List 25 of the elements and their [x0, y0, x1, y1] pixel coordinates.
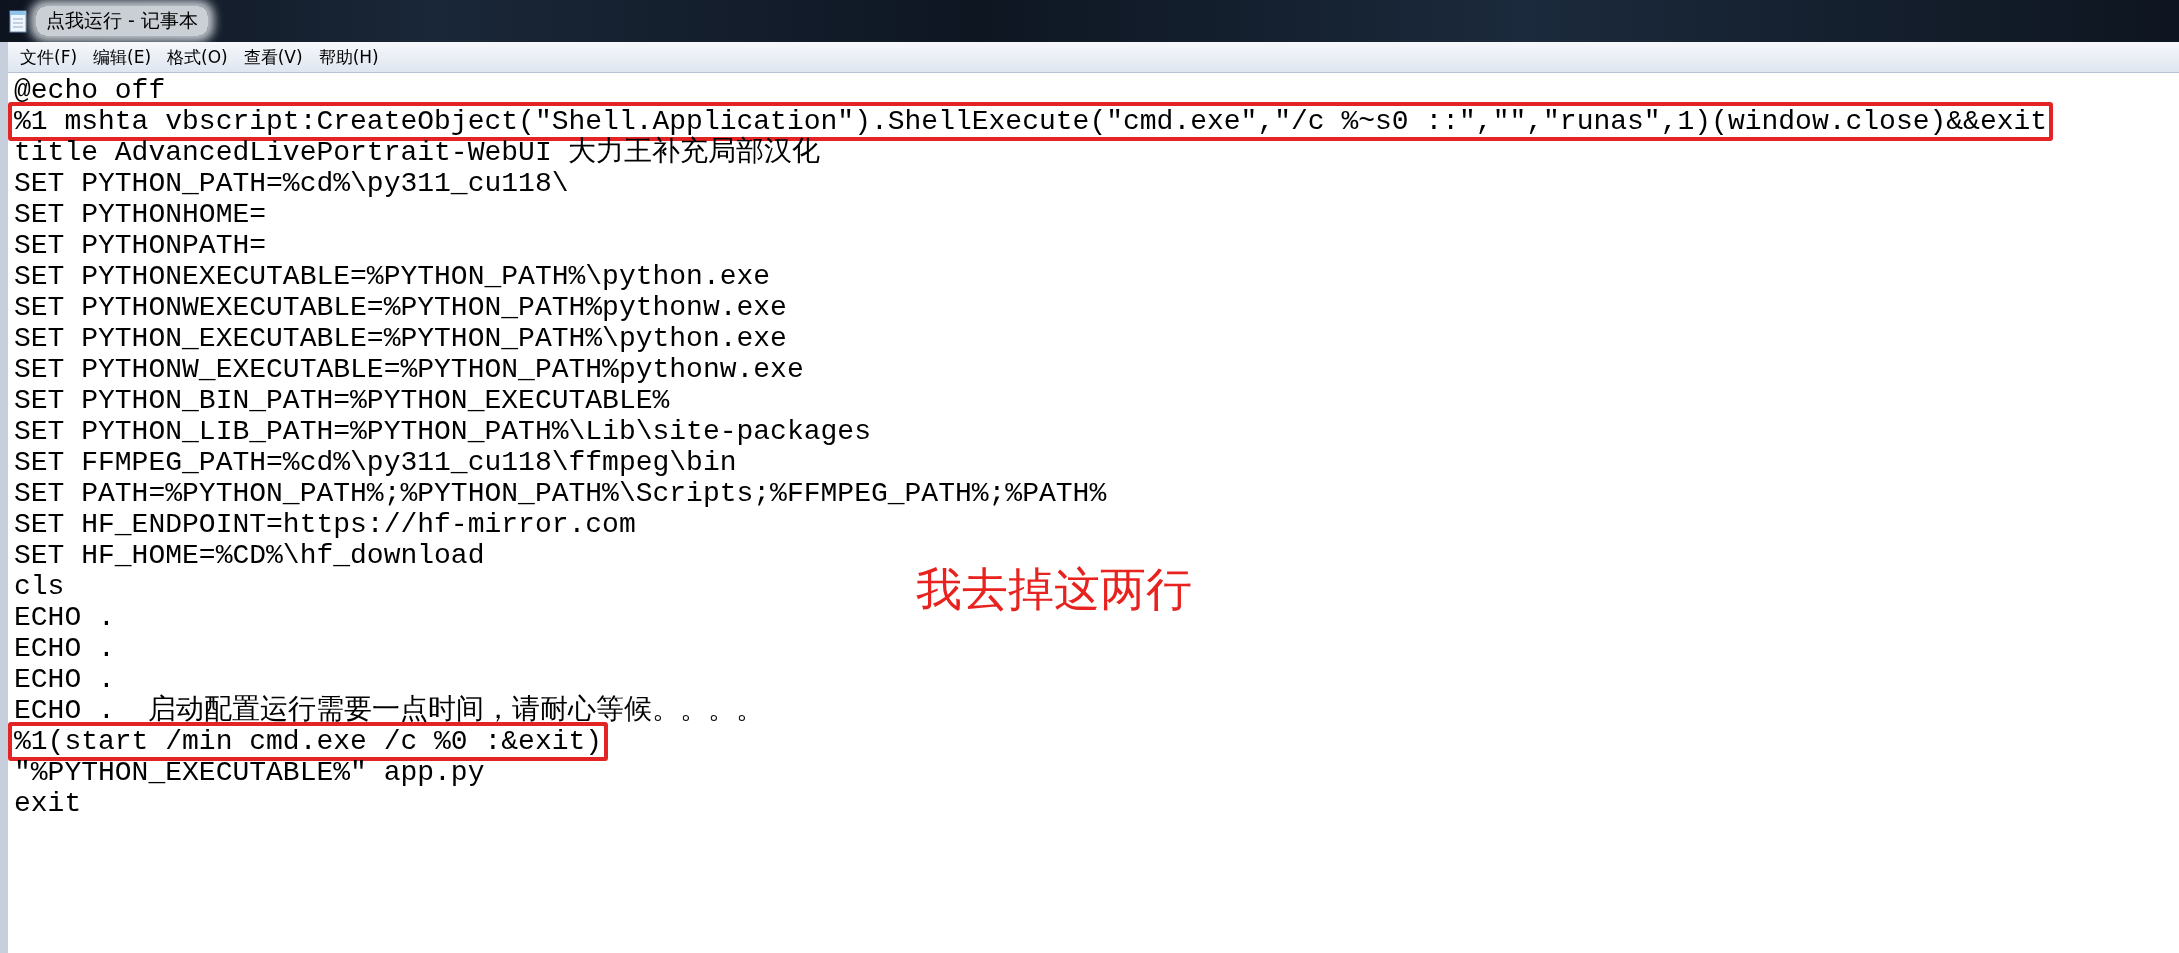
code-line: exit	[13, 787, 83, 821]
code-line: SET FFMPEG_PATH=%cd%\py311_cu118\ffmpeg\bin	[13, 446, 738, 480]
window-title: 点我运行 - 记事本	[36, 6, 208, 36]
code-line: SET PYTHONHOME=	[13, 198, 268, 232]
code-line: SET PYTHON_EXECUTABLE=%PYTHON_PATH%\python.exe	[13, 322, 788, 356]
code-line: SET HF_HOME=%CD%\hf_download	[13, 539, 486, 573]
code-line: SET PYTHONEXECUTABLE=%PYTHON_PATH%\python.exe	[13, 260, 772, 294]
code-line: SET PYTHONPATH=	[13, 229, 268, 263]
code-line: SET PYTHON_BIN_PATH=%PYTHON_EXECUTABLE%	[13, 384, 671, 418]
annotation-text: 我去掉这两行	[916, 561, 1192, 618]
code-line: SET PYTHONWEXECUTABLE=%PYTHON_PATH%pythonw.exe	[13, 291, 788, 325]
menu-item[interactable]: 查看(V)	[237, 43, 309, 71]
code-line: SET PYTHON_LIB_PATH=%PYTHON_PATH%\Lib\site-packages	[13, 415, 872, 449]
menu-item[interactable]: 帮助(H)	[312, 43, 385, 71]
menu-item[interactable]: 文件(F)	[14, 43, 84, 71]
code-line: SET PATH=%PYTHON_PATH%;%PYTHON_PATH%\Scripts;%FFMPEG_PATH%;%PATH%	[13, 477, 1108, 511]
menu-item[interactable]: 格式(O)	[161, 43, 234, 71]
menu-item[interactable]: 编辑(E)	[87, 43, 158, 71]
code-line: ECHO .	[13, 632, 116, 666]
code-line: cls	[13, 570, 66, 604]
notepad-icon	[8, 9, 28, 33]
code-line: ECHO .	[13, 601, 116, 635]
code-line: SET PYTHONW_EXECUTABLE=%PYTHON_PATH%pythonw.exe	[13, 353, 805, 387]
code-line: SET HF_ENDPOINT=https://hf-mirror.com	[13, 508, 637, 542]
code-line: SET PYTHON_PATH=%cd%\py311_cu118\	[13, 167, 570, 201]
